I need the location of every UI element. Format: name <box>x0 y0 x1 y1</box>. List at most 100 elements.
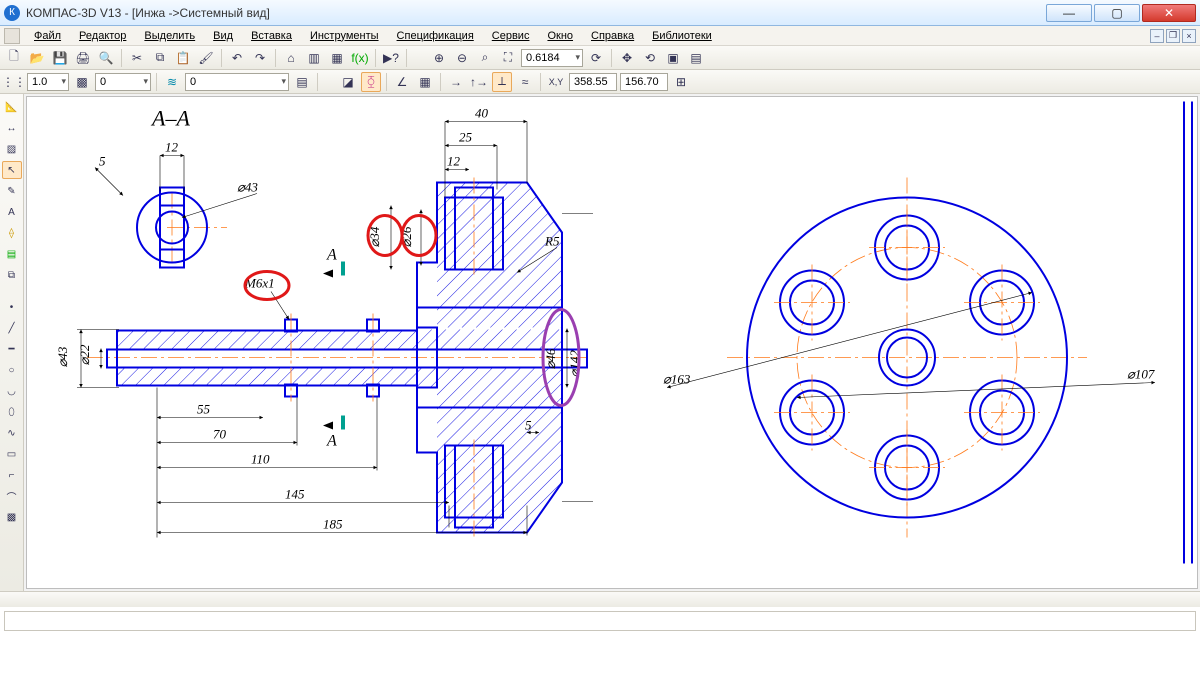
layers-icon[interactable]: ▩ <box>72 72 92 92</box>
tool-circle-icon[interactable]: ○ <box>2 361 22 379</box>
views-button[interactable]: ▣ <box>663 48 683 68</box>
tool-point-icon[interactable]: • <box>2 298 22 316</box>
coord-y-input[interactable]: 156.70 <box>620 73 668 91</box>
copy-button[interactable]: ⧉ <box>150 48 170 68</box>
mdi-restore-button[interactable]: ❐ <box>1166 29 1180 43</box>
layer-manager-button[interactable]: ▤ <box>292 72 312 92</box>
zoom-fit-button[interactable]: ⛶ <box>498 48 518 68</box>
tool-hatch-icon[interactable]: ▨ <box>2 140 22 158</box>
cut-button[interactable]: ✂ <box>127 48 147 68</box>
svg-text:40: 40 <box>475 106 489 121</box>
tool-text-icon[interactable]: A <box>2 203 22 221</box>
format-painter-button[interactable]: 🖌 <box>196 48 216 68</box>
highlight-button[interactable]: ◪ <box>338 72 358 92</box>
properties-button[interactable]: ⌂ <box>281 48 301 68</box>
zoom-combo[interactable]: 0.6184 <box>521 49 583 67</box>
snap-magnet-button[interactable]: ⧲ <box>361 72 381 92</box>
variables-button[interactable]: f(x) <box>350 48 370 68</box>
tool-symbols-icon[interactable]: ⟠ <box>2 224 22 242</box>
window-titlebar: К КОМПАС-3D V13 - [Инжа ->Системный вид]… <box>0 0 1200 26</box>
tool-aux-icon[interactable]: ╱ <box>2 319 22 337</box>
close-button[interactable]: ✕ <box>1142 4 1196 22</box>
tool-select-arrow-icon[interactable]: ↖︎ <box>2 161 22 179</box>
tool-ellipse-icon[interactable]: ⬯ <box>2 403 22 421</box>
separator <box>540 73 541 91</box>
separator <box>221 49 222 67</box>
grid-toggle-button[interactable]: ▦ <box>415 72 435 92</box>
tool-arc-icon[interactable]: ◡ <box>2 382 22 400</box>
rounding-icon[interactable]: ≈ <box>515 72 535 92</box>
menu-spec[interactable]: Спецификация <box>389 29 482 43</box>
svg-text:55: 55 <box>197 402 211 417</box>
rotate-view-button[interactable]: ⟲ <box>640 48 660 68</box>
menu-help[interactable]: Справка <box>583 29 642 43</box>
ortho-up-icon[interactable]: ↑→ <box>469 72 489 92</box>
grid-step-icon[interactable]: ⋮⋮ <box>4 72 24 92</box>
detail-view: 12 5 ⌀43 <box>95 140 258 268</box>
tool-chamfer-icon[interactable]: ⌐ <box>2 466 22 484</box>
angle-snap-button[interactable]: ∠ <box>392 72 412 92</box>
step2-combo[interactable]: 0 <box>95 73 151 91</box>
mdi-minimize-button[interactable]: – <box>1150 29 1164 43</box>
zoom-window-button[interactable]: ⌕ <box>475 48 495 68</box>
layer-combo[interactable]: 0 <box>185 73 289 91</box>
canvas-area[interactable]: А–А 12 <box>24 94 1200 591</box>
tool-measure-icon[interactable]: ⧉ <box>2 266 22 284</box>
zoom-in-button[interactable]: ⊕ <box>429 48 449 68</box>
print-button[interactable]: 🖨 <box>73 48 93 68</box>
undo-button[interactable]: ↶ <box>227 48 247 68</box>
paste-button[interactable]: 📋 <box>173 48 193 68</box>
ortho-right-icon[interactable]: → <box>446 72 466 92</box>
tool-params-icon[interactable]: ▤ <box>2 245 22 263</box>
tool-hatch2-icon[interactable]: ▩ <box>2 508 22 526</box>
tool-line-icon[interactable]: ━ <box>2 340 22 358</box>
mdi-close-button[interactable]: × <box>1182 29 1196 43</box>
tool-spline-icon[interactable]: ∿ <box>2 424 22 442</box>
preview-button[interactable]: 🔍 <box>96 48 116 68</box>
canvas-scrollbar[interactable] <box>0 591 1200 607</box>
params-toolbar: ⋮⋮ 1.0 ▩ 0 ≋ 0 ▤ ◪ ⧲ ∠ ▦ → ↑→ ⟂ ≈ X,Y 35… <box>0 70 1200 94</box>
menu-insert[interactable]: Вставка <box>243 29 300 43</box>
coord-x-input[interactable]: 358.55 <box>569 73 617 91</box>
drawing-canvas[interactable]: А–А 12 <box>26 96 1198 589</box>
step1-combo[interactable]: 1.0 <box>27 73 69 91</box>
menu-select[interactable]: Выделить <box>136 29 203 43</box>
standard-toolbar: 🗋 📂 💾 🖨 🔍 ✂ ⧉ 📋 🖌 ↶ ↷ ⌂ ▥ ▦ f(x) ▶? ⊕ ⊖ … <box>0 46 1200 70</box>
zoom-out-button[interactable]: ⊖ <box>452 48 472 68</box>
views2-button[interactable]: ▤ <box>686 48 706 68</box>
menu-file[interactable]: Файл <box>26 29 69 43</box>
save-button[interactable]: 💾 <box>50 48 70 68</box>
sketch-icon[interactable]: ▥ <box>304 48 324 68</box>
svg-text:⌀43: ⌀43 <box>237 180 258 195</box>
menu-window[interactable]: Окно <box>539 29 581 43</box>
help-context-button[interactable]: ▶? <box>381 48 401 68</box>
minimize-button[interactable]: — <box>1046 4 1092 22</box>
coord-button[interactable]: ⊞ <box>671 72 691 92</box>
section-label: А–А <box>150 106 190 131</box>
new-button[interactable]: 🗋 <box>4 48 24 68</box>
menu-view[interactable]: Вид <box>205 29 241 43</box>
menu-edit[interactable]: Редактор <box>71 29 134 43</box>
svg-text:А: А <box>326 433 337 450</box>
maximize-button[interactable]: ▢ <box>1094 4 1140 22</box>
tool-dimensions-icon[interactable]: ↔︎ <box>2 119 22 137</box>
svg-text:25: 25 <box>459 130 473 145</box>
separator <box>375 49 376 67</box>
spec-button[interactable]: ▦ <box>327 48 347 68</box>
menu-service[interactable]: Сервис <box>484 29 538 43</box>
redo-button[interactable]: ↷ <box>250 48 270 68</box>
menu-libs[interactable]: Библиотеки <box>644 29 720 43</box>
layer-state-icon[interactable]: ≋ <box>162 72 182 92</box>
tool-edit-icon[interactable]: ✎ <box>2 182 22 200</box>
open-button[interactable]: 📂 <box>27 48 47 68</box>
svg-text:А: А <box>326 247 337 264</box>
perpendicular-icon[interactable]: ⟂ <box>492 72 512 92</box>
svg-text:5: 5 <box>99 154 106 169</box>
menu-tools[interactable]: Инструменты <box>302 29 387 43</box>
move-view-button[interactable]: ✥ <box>617 48 637 68</box>
tool-geometry-icon[interactable]: 📐 <box>2 98 22 116</box>
tool-rect-icon[interactable]: ▭ <box>2 445 22 463</box>
tool-fillet-icon[interactable]: ⌒ <box>2 487 22 505</box>
doc-icon[interactable] <box>4 28 20 44</box>
refresh-button[interactable]: ⟳ <box>586 48 606 68</box>
